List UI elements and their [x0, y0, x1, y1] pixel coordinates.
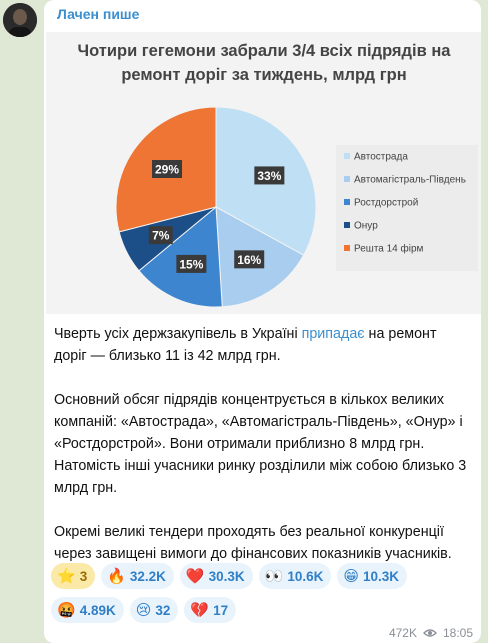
legend-label-2: Ростдорстрой	[354, 198, 418, 209]
message-time: 18:05	[442, 626, 473, 640]
paragraph-3: Окремі великі тендери проходять без реал…	[54, 524, 452, 562]
reaction-cry[interactable]: 😢 32	[129, 597, 179, 623]
eye-icon	[423, 629, 437, 637]
reaction-grin[interactable]: 😁 10.3K	[337, 563, 408, 589]
channel-avatar[interactable]	[3, 3, 37, 37]
message-meta: 472K 18:05	[389, 626, 473, 640]
message-text: Чверть усіх держзакупівель в Україні при…	[54, 323, 472, 565]
reaction-eyes[interactable]: 👀 10.6K	[258, 563, 332, 589]
message-bubble: Лачен пише Чотири гегемони забрали 3/4 в…	[44, 0, 481, 643]
reaction-star[interactable]: ⭐ 3	[51, 563, 96, 589]
chart-title-line-2: ремонт доріг за тиждень, млрд грн	[121, 66, 406, 84]
reactions: ⭐ 3 🔥 32.2K ❤️ 30.3K 👀 10.6K 😁 10.3K 🤬 4.89K 😢…	[51, 563, 476, 631]
reactions-row-1: ⭐ 3 🔥 32.2K ❤️ 30.3K 👀 10.6K 😁 10.3K	[51, 563, 476, 589]
legend-label-4: Решта 14 фірм	[354, 243, 424, 255]
reaction-angry[interactable]: 🤬 4.89K	[51, 597, 124, 623]
pie-label-4: 29%	[155, 162, 179, 176]
legend-swatch-4	[344, 245, 350, 251]
crying-face-icon: 😢	[135, 601, 152, 619]
legend-swatch-0	[344, 153, 350, 159]
eyes-icon: 👀	[264, 567, 284, 585]
avatar-image	[3, 3, 37, 37]
legend-label-3: Онур	[354, 221, 378, 232]
angry-face-icon: 🤬	[57, 601, 76, 619]
chart-title-line-1: Чотири гегемони забрали 3/4 всіх підряді…	[78, 42, 452, 60]
legend-label-0: Автострада	[354, 152, 408, 163]
legend-swatch-3	[344, 222, 350, 228]
broken-heart-icon: 💔	[190, 601, 210, 619]
paragraph-1: Чверть усіх держзакупівель в Україні при…	[54, 326, 437, 364]
reaction-fire[interactable]: 🔥 32.2K	[101, 563, 174, 589]
pie-label-0: 33%	[257, 169, 281, 183]
legend-swatch-2	[344, 199, 350, 205]
views-count: 472K	[388, 626, 417, 640]
fire-icon: 🔥	[107, 567, 126, 585]
sender-name[interactable]: Лачен пише	[57, 6, 139, 22]
grin-icon: 😁	[343, 567, 359, 585]
chart-image[interactable]: Чотири гегемони забрали 3/4 всіх підряді…	[46, 32, 481, 314]
reactions-row-2: 🤬 4.89K 😢 32 💔 17	[51, 597, 476, 623]
paragraph-2: Основний обсяг підрядів концентрується в…	[54, 392, 467, 496]
pie-label-3: 7%	[152, 229, 170, 243]
pie-label-1: 16%	[237, 253, 261, 267]
pie-chart: Чотири гегемони забрали 3/4 всіх підряді…	[78, 42, 478, 308]
pie-label-2: 15%	[179, 257, 203, 271]
reaction-broken-heart[interactable]: 💔 17	[184, 597, 237, 623]
legend-swatch-1	[344, 176, 350, 182]
link-pripadaie[interactable]: припадає	[302, 326, 365, 342]
legend-label-1: Автомагістраль-Південь	[354, 175, 466, 186]
heart-icon: ❤️	[185, 567, 205, 585]
reaction-heart[interactable]: ❤️ 30.3K	[179, 563, 253, 589]
star-icon: ⭐	[57, 567, 76, 585]
